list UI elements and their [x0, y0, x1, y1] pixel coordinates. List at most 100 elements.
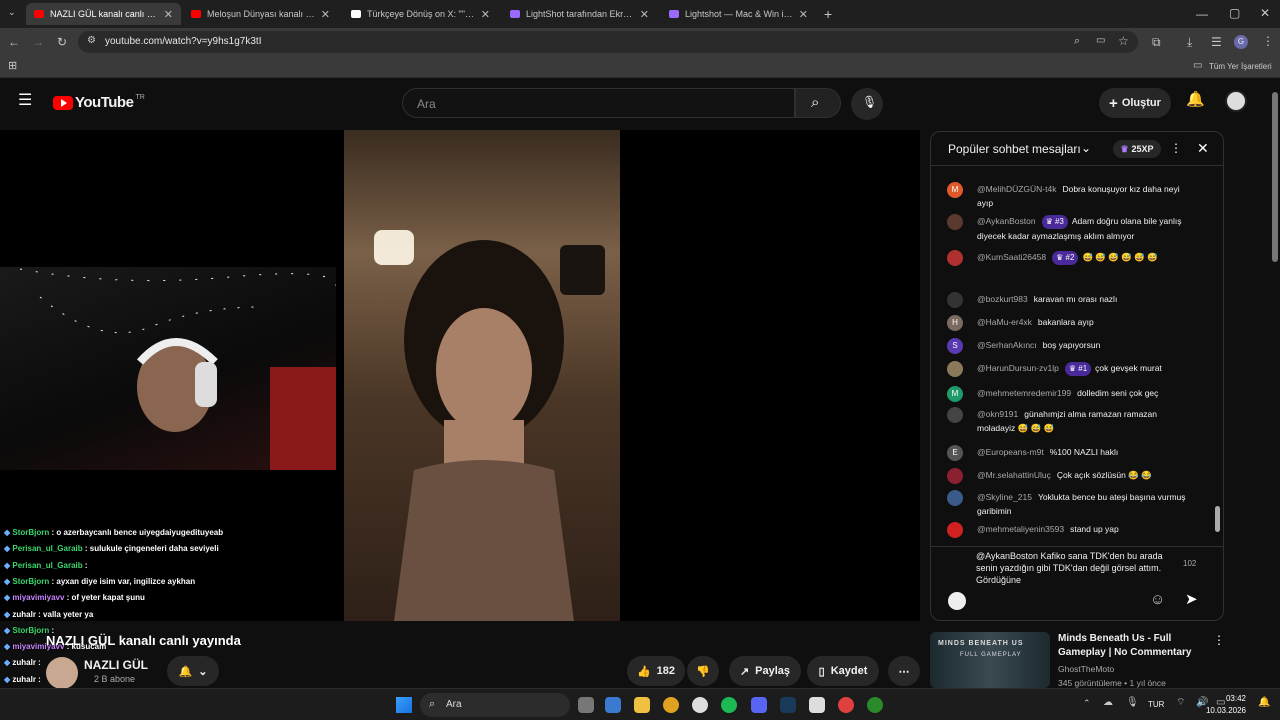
system-clock[interactable]: 03:42 10.03.2026	[1206, 693, 1246, 717]
browser-tab[interactable]: Meloşun Dünyası kanalı canlı ya✕	[183, 3, 338, 25]
taskbar-search[interactable]: ⌕ Ara	[420, 693, 570, 717]
chevron-down-icon[interactable]: ⌄	[1081, 142, 1091, 154]
chat-message[interactable]: @HarunDursun-zv1lp ♛ #1 çok gevşek murat	[947, 361, 1197, 377]
folder-icon[interactable]: ▭	[1193, 61, 1202, 71]
back-icon[interactable]: ←	[8, 36, 20, 48]
chat-message[interactable]: E @Europeans-m9t %100 NAZLI haklı	[947, 445, 1197, 461]
chat-message[interactable]: M @MelihDÜZGÜN-t4k Dobra konuşuyor kız dah…	[947, 182, 1197, 210]
browser-taskbar-icon[interactable]	[838, 697, 854, 713]
video-player[interactable]: ◆ StorBjorn : o azerbaycanlı bence uiyeg…	[0, 130, 920, 716]
close-window-icon[interactable]: ✕	[1260, 7, 1270, 19]
cast-icon[interactable]: ▭	[1096, 36, 1105, 46]
tab-close-icon[interactable]: ✕	[793, 8, 808, 21]
chat-author[interactable]: @okn9191	[977, 409, 1018, 419]
chat-author[interactable]: @HarunDursun-zv1lp	[977, 363, 1059, 373]
chat-author[interactable]: @mehmetemredemir199	[977, 388, 1071, 398]
more-vertical-icon[interactable]: ⋮	[1213, 634, 1225, 646]
chat-avatar[interactable]: H	[947, 315, 963, 331]
chat-author[interactable]: @Mr.selahattinUluç	[977, 470, 1051, 480]
file-explorer-icon[interactable]	[634, 697, 650, 713]
search-button[interactable]: ⌕	[795, 88, 841, 118]
youtube-logo[interactable]: YouTube TR	[53, 94, 145, 111]
notification-toggle[interactable]: 🔔 ⌄	[167, 656, 219, 686]
chat-avatar[interactable]	[947, 361, 963, 377]
share-button[interactable]: ↗ Paylaş	[729, 656, 801, 686]
recommendation-channel[interactable]: GhostTheMoto	[1058, 664, 1114, 674]
chat-mode-title[interactable]: Popüler sohbet mesajları	[948, 142, 1081, 156]
extensions-icon[interactable]: ⧉	[1152, 36, 1161, 48]
chat-avatar[interactable]	[947, 292, 963, 308]
star-icon[interactable]: ☆	[1118, 35, 1129, 47]
apps-grid-icon[interactable]: ⊞	[8, 61, 17, 72]
chat-author[interactable]: @HaMu-er4xk	[977, 317, 1032, 327]
more-actions-button[interactable]: ⋯	[888, 656, 920, 686]
create-button[interactable]: + Oluştur	[1099, 88, 1171, 118]
tab-close-icon[interactable]: ✕	[634, 8, 649, 21]
chat-message[interactable]: @Skyline_215 Yoklukta bence bu ateşi başı…	[947, 490, 1197, 518]
download-icon[interactable]: ⤓	[1187, 36, 1192, 48]
notification-center-icon[interactable]: 🔔	[1258, 698, 1270, 708]
chat-author[interactable]: @mehmetaliyenin3593	[977, 524, 1064, 534]
chat-author[interactable]: @Europeans-m9t	[977, 447, 1044, 457]
search-input[interactable]: Ara	[402, 88, 795, 118]
store-icon[interactable]	[605, 697, 621, 713]
tab-close-icon[interactable]: ✕	[475, 8, 490, 21]
task-view-icon[interactable]	[578, 697, 594, 713]
close-chat-icon[interactable]: ✕	[1197, 141, 1209, 155]
browser-tab[interactable]: LightShot tarafından Ekran Gör✕	[502, 3, 657, 25]
chat-avatar[interactable]	[947, 468, 963, 484]
browser-tab[interactable]: Türkçeye Dönüş on X: ""Eninde✕	[343, 3, 498, 25]
tab-search-icon[interactable]: ⌄	[8, 8, 16, 17]
github-icon[interactable]	[692, 697, 708, 713]
channel-name[interactable]: NAZLI GÜL	[84, 658, 148, 672]
xp-badge[interactable]: ♛ 25XP	[1113, 140, 1161, 158]
chat-message[interactable]: @okn9191 günahımjzi alma ramazan ramazan …	[947, 407, 1197, 435]
chrome-icon[interactable]	[663, 697, 679, 713]
chat-avatar[interactable]	[947, 250, 963, 266]
minimize-icon[interactable]: —	[1196, 8, 1208, 20]
hamburger-menu-icon[interactable]: ☰	[18, 93, 32, 109]
chat-avatar[interactable]: S	[947, 338, 963, 354]
maximize-icon[interactable]: ▢	[1229, 7, 1240, 19]
url-text[interactable]: youtube.com/watch?v=y9hs1g7k3tI	[105, 36, 261, 47]
tray-chevron-icon[interactable]: ⌃	[1083, 699, 1091, 708]
chat-avatar[interactable]: M	[947, 386, 963, 402]
chat-message[interactable]: S @SerhanAkıncı boş yapıyorsun	[947, 338, 1197, 354]
page-scrollbar[interactable]	[1272, 84, 1278, 684]
chat-avatar[interactable]	[947, 490, 963, 506]
chat-author[interactable]: @AykanBoston	[977, 216, 1036, 226]
chat-author[interactable]: @KumSaati26458	[977, 252, 1046, 262]
chat-message[interactable]: @bozkurt983 karavan mı orası nazlı	[947, 292, 1197, 308]
like-button[interactable]: 👍 182	[627, 656, 685, 686]
chat-message[interactable]: @Mr.selahattinUluç Çok açık sözlüsün 😂 😂	[947, 468, 1197, 484]
discord-icon[interactable]	[751, 697, 767, 713]
save-button[interactable]: ▯ Kaydet	[807, 656, 879, 686]
browser-tab[interactable]: Lightshot — Mac & Win için Ek✕	[661, 3, 816, 25]
chat-avatar[interactable]: M	[947, 182, 963, 198]
reading-list-icon[interactable]: ☰	[1211, 36, 1222, 48]
send-icon[interactable]: ➤	[1185, 592, 1198, 607]
chat-avatar[interactable]	[947, 407, 963, 423]
chat-author[interactable]: @Skyline_215	[977, 492, 1032, 502]
chat-message[interactable]: @KumSaati26458 ♛ #2 😅 😅 😅 😅 😅 😅	[947, 250, 1197, 266]
chat-avatar[interactable]	[947, 522, 963, 538]
chat-message[interactable]: @mehmetaliyenin3593 stand up yap	[947, 522, 1197, 538]
new-tab-button[interactable]: +	[824, 7, 832, 21]
chat-author[interactable]: @bozkurt983	[977, 294, 1028, 304]
chat-message[interactable]: @AykanBoston ♛ #3 Adam doğru olana bile ya…	[947, 214, 1197, 243]
menu-icon[interactable]: ⋮	[1262, 35, 1274, 47]
recommendation-thumbnail[interactable]: MINDS BENEATH US FULL GAMEPLAY	[930, 632, 1050, 688]
steam-icon[interactable]	[780, 697, 796, 713]
site-info-icon[interactable]: ⚙	[87, 36, 96, 46]
channel-avatar[interactable]	[46, 657, 78, 689]
chat-avatar[interactable]: E	[947, 445, 963, 461]
forward-icon[interactable]: →	[32, 36, 44, 48]
chat-message[interactable]: M @mehmetemredemir199 dolledim seni çok ge…	[947, 386, 1197, 402]
tab-close-icon[interactable]: ✕	[315, 8, 330, 21]
account-avatar[interactable]	[1225, 90, 1247, 112]
recommended-video[interactable]: MINDS BENEATH US FULL GAMEPLAY Minds Ben…	[930, 632, 1230, 692]
language-indicator[interactable]: TUR	[1148, 700, 1164, 709]
zoom-icon[interactable]: ⌕	[1074, 36, 1080, 47]
dislike-button[interactable]: 👎	[687, 656, 719, 686]
all-bookmarks-label[interactable]: Tüm Yer İşaretleri	[1209, 62, 1272, 71]
